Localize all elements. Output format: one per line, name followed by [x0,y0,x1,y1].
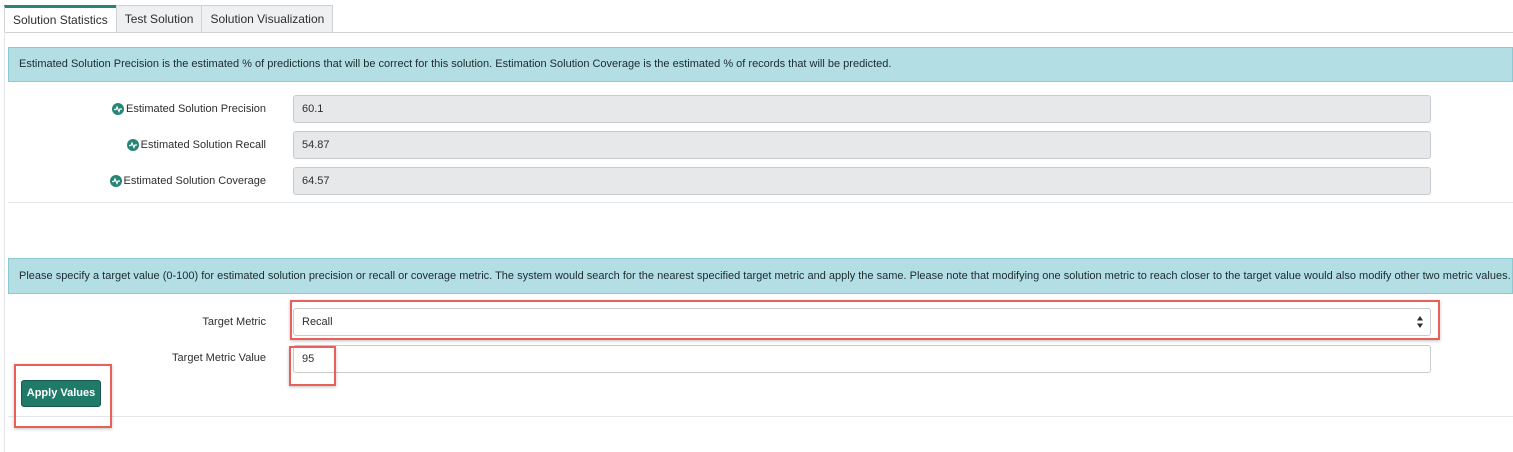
stat-pulse-icon [111,103,124,115]
tab-test-solution[interactable]: Test Solution [115,5,203,32]
solution-statistics-page: Solution Statistics Test Solution Soluti… [0,0,1513,452]
recall-label: Estimated Solution Recall [140,139,266,151]
precision-field: 60.1 [293,95,1431,123]
tab-solution-statistics[interactable]: Solution Statistics [4,5,117,33]
section-divider [8,202,1513,203]
apply-values-button[interactable]: Apply Values [21,380,101,407]
bottom-divider [8,416,1513,417]
recall-field: 54.87 [293,131,1431,159]
tab-divider [4,32,1513,33]
precision-label-row: Estimated Solution Precision [111,101,266,117]
target-metric-label: Target Metric [202,316,266,328]
precision-label: Estimated Solution Precision [125,103,266,115]
select-arrows-icon [1417,316,1423,328]
stat-pulse-icon [109,175,122,187]
stat-pulse-icon [126,139,139,151]
tab-bar: Solution Statistics Test Solution Soluti… [4,5,334,33]
info-alert-statistics: Estimated Solution Precision is the esti… [8,47,1513,82]
recall-label-row: Estimated Solution Recall [126,137,266,153]
target-metric-select[interactable]: Recall [293,308,1431,336]
coverage-label: Estimated Solution Coverage [123,175,266,187]
target-metric-value-input[interactable]: 95 [293,345,1431,373]
target-metric-selected-value: Recall [302,316,333,328]
coverage-field: 64.57 [293,167,1431,195]
tab-solution-visualization[interactable]: Solution Visualization [201,5,334,32]
panel-border [4,32,5,452]
target-metric-value-label: Target Metric Value [172,352,266,364]
coverage-label-row: Estimated Solution Coverage [109,173,266,189]
info-alert-target: Please specify a target value (0-100) fo… [8,258,1513,294]
